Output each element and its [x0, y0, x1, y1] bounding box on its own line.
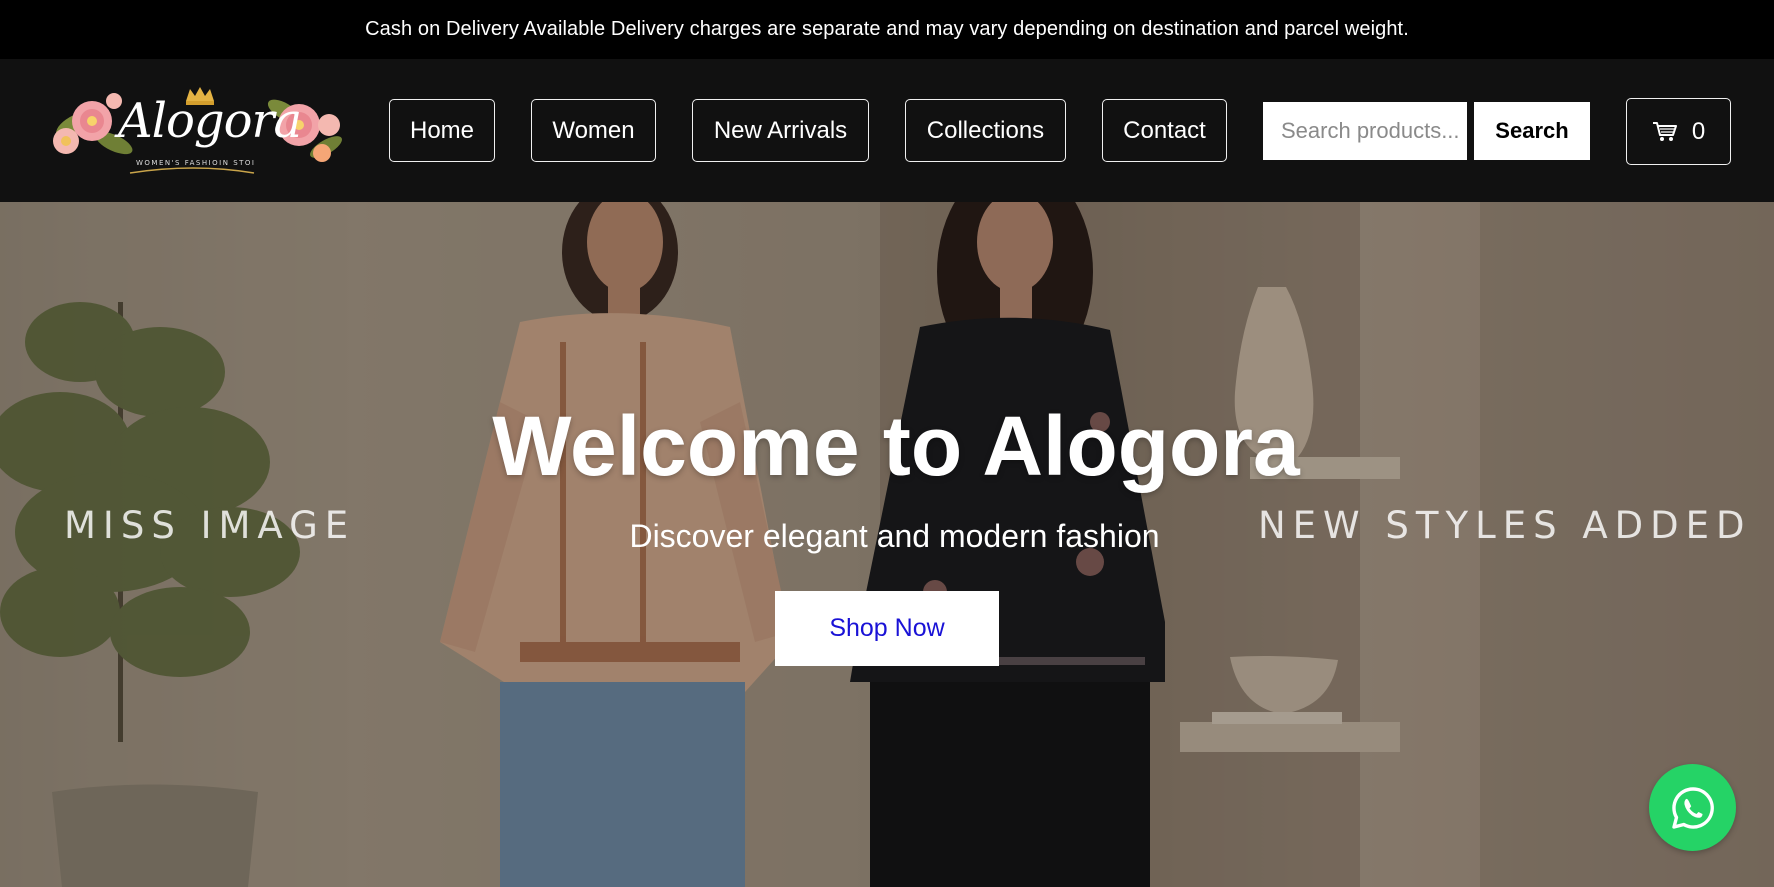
brand-name: Alogora	[118, 93, 302, 149]
shop-now-label: Shop Now	[829, 614, 945, 642]
whatsapp-button[interactable]	[1649, 764, 1736, 851]
cart-button[interactable]: 0	[1626, 98, 1731, 165]
announcement-bar: Cash on Delivery Available Delivery char…	[0, 0, 1774, 59]
shop-now-button[interactable]: Shop Now	[775, 591, 999, 666]
nav-home[interactable]: Home	[389, 99, 495, 162]
search-input[interactable]	[1263, 102, 1467, 160]
nav-contact[interactable]: Contact	[1102, 99, 1227, 162]
cart-count: 0	[1691, 117, 1706, 145]
search-button[interactable]: Search	[1474, 102, 1590, 160]
nav-contact-label: Contact	[1123, 116, 1206, 144]
announcement-text: Cash on Delivery Available Delivery char…	[365, 18, 1409, 40]
nav-home-label: Home	[409, 116, 475, 144]
hero-subtitle: Discover elegant and modern fashion	[629, 518, 1160, 554]
site-header: Alogora WOMEN'S FASHIOIN STOI Home Women…	[0, 59, 1774, 202]
nav-women-label: Women	[552, 116, 635, 144]
nav-collections-label: Collections	[926, 116, 1045, 144]
cart-icon	[1652, 121, 1677, 141]
hero-banner: MISS IMAGE NEW STYLES ADDED Welcome to A…	[0, 202, 1774, 887]
brand-logo[interactable]: Alogora WOMEN'S FASHIOIN STOI	[44, 81, 344, 181]
nav-women[interactable]: Women	[531, 99, 656, 162]
nav-new-arrivals-label: New Arrivals	[713, 116, 848, 144]
whatsapp-icon	[1671, 786, 1714, 829]
hero-title: Welcome to Alogora	[492, 399, 1300, 493]
nav-new-arrivals[interactable]: New Arrivals	[692, 99, 869, 162]
search-button-label: Search	[1495, 118, 1569, 143]
brand-tagline: WOMEN'S FASHIOIN STOI	[136, 159, 256, 167]
nav-collections[interactable]: Collections	[905, 99, 1066, 162]
